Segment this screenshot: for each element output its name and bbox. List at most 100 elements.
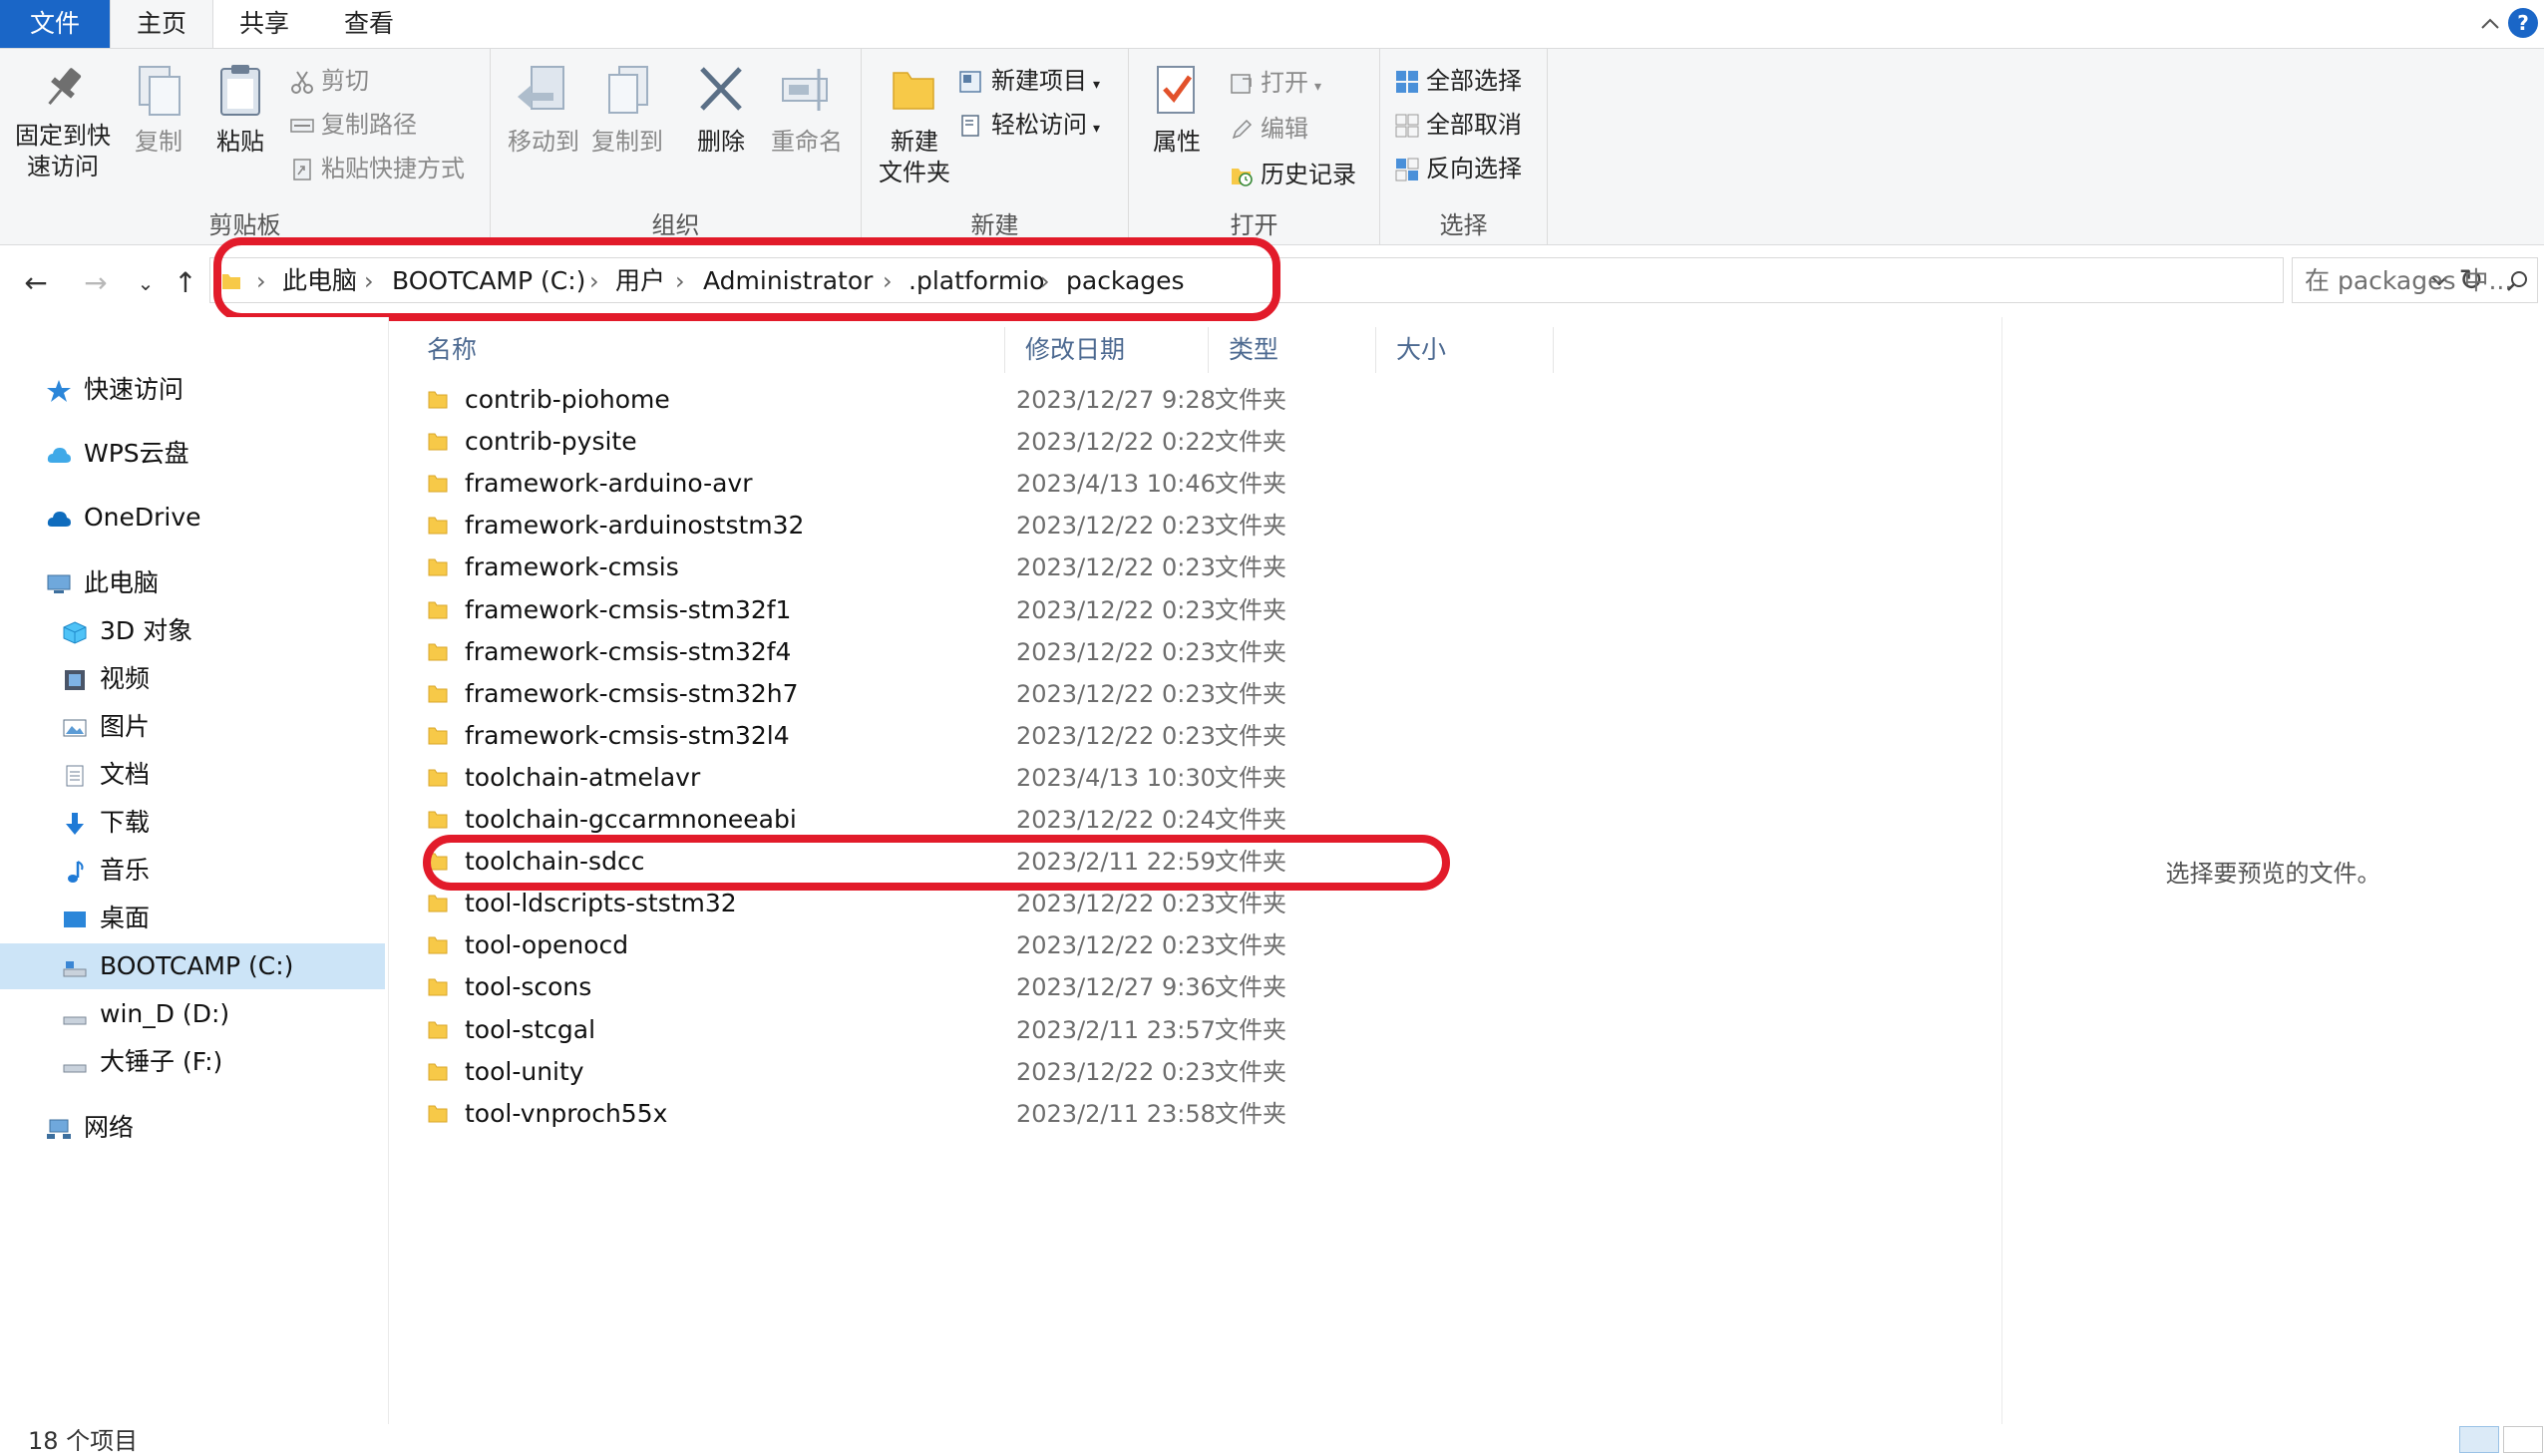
copy-button[interactable]: 复制: [124, 63, 193, 158]
dropdown-caret-icon: ▾: [1093, 121, 1101, 137]
file-name: contrib-piohome: [465, 385, 670, 414]
help-button[interactable]: ?: [2508, 8, 2538, 38]
annotation-highlight-row: [423, 835, 1450, 891]
file-row[interactable]: framework-arduino-avr 2023/4/13 10:46 文件夹: [421, 463, 1817, 505]
delete-x-icon: [700, 67, 742, 111]
tab-file[interactable]: 文件: [0, 0, 110, 48]
paste-button[interactable]: 粘贴: [205, 63, 275, 158]
file-row[interactable]: tool-openocd 2023/12/22 0:23 文件夹: [421, 924, 1817, 966]
file-row[interactable]: framework-arduinoststm32 2023/12/22 0:23 文…: [421, 505, 1817, 546]
invert-selection-button[interactable]: 反向选择: [1394, 149, 1522, 188]
column-header-name[interactable]: 名称: [391, 327, 1005, 373]
file-name: framework-arduino-avr: [465, 469, 753, 499]
file-row[interactable]: tool-stcgal 2023/2/11 23:57 文件夹: [421, 1009, 1817, 1051]
file-row[interactable]: framework-cmsis-stm32f4 2023/12/22 0:23 文件…: [421, 631, 1817, 673]
tab-share[interactable]: 共享: [214, 0, 314, 48]
group-organize: 移动到 复制到 删除 重命名 组织: [491, 49, 862, 244]
file-row[interactable]: tool-scons 2023/12/27 9:36 文件夹: [421, 966, 1817, 1008]
search-icon[interactable]: [2505, 269, 2529, 293]
folder-icon: [428, 685, 448, 703]
file-type: 文件夹: [1215, 386, 1286, 414]
group-select: 全部选择 全部取消 反向选择 选择: [1380, 49, 1548, 244]
forward-arrow-icon[interactable]: →: [78, 265, 114, 301]
history-icon: [1232, 169, 1253, 186]
folder-icon: [428, 1021, 448, 1038]
file-row[interactable]: contrib-piohome 2023/12/27 9:28 文件夹: [421, 379, 1817, 421]
pin-label-line1: 固定到快: [15, 122, 111, 150]
group-label-clipboard: 剪贴板: [208, 211, 281, 239]
nav-drive-c[interactable]: BOOTCAMP (C:): [0, 943, 385, 989]
paste-shortcut-button[interactable]: 粘贴快捷方式: [289, 149, 465, 188]
select-all-button[interactable]: 全部选择: [1394, 61, 1522, 101]
nav-desktop[interactable]: 桌面: [0, 896, 385, 941]
clipboard-icon: [220, 65, 260, 116]
drive-icon: [63, 961, 87, 977]
file-row[interactable]: tool-unity 2023/12/22 0:23 文件夹: [421, 1051, 1817, 1093]
large-icons-view-icon[interactable]: [2503, 1426, 2543, 1453]
new-item-button[interactable]: 新建项目 ▾: [957, 61, 1100, 101]
properties-button[interactable]: 属性: [1137, 63, 1217, 158]
delete-button[interactable]: 删除: [686, 63, 756, 158]
pin-quick-access-button[interactable]: 固定到快 速访问: [8, 63, 118, 182]
tab-view[interactable]: 查看: [317, 0, 421, 48]
folder-icon: [428, 391, 448, 409]
search-input[interactable]: 在 packages 中...: [2292, 257, 2538, 303]
nav-wps-cloud[interactable]: WPS云盘: [0, 431, 385, 477]
file-row[interactable]: framework-cmsis 2023/12/22 0:23 文件夹: [421, 546, 1817, 588]
nav-documents[interactable]: 文档: [0, 752, 385, 798]
file-row[interactable]: contrib-pysite 2023/12/22 0:22 文件夹: [421, 421, 1817, 463]
file-type: 文件夹: [1215, 1099, 1286, 1128]
nav-pictures[interactable]: 图片: [0, 704, 385, 750]
details-view-icon[interactable]: [2459, 1426, 2499, 1453]
file-date: 2023/12/27 9:28: [1016, 386, 1216, 414]
rename-button[interactable]: 重命名: [762, 63, 852, 158]
move-to-button[interactable]: 移动到: [499, 63, 588, 158]
item-count: 18 个项目: [28, 1427, 139, 1455]
folder-icon: [428, 769, 448, 787]
history-button[interactable]: 历史记录: [1229, 155, 1356, 194]
select-none-icon: [1395, 114, 1419, 138]
cut-button[interactable]: 剪切: [289, 61, 369, 101]
nav-drive-d[interactable]: win_D (D:): [0, 991, 385, 1037]
chevron-up-icon[interactable]: [2476, 10, 2504, 38]
music-note-icon: [68, 861, 84, 883]
network-icon: [47, 1119, 71, 1139]
nav-quick-access[interactable]: 快速访问: [0, 367, 385, 413]
nav-network[interactable]: 网络: [0, 1105, 385, 1151]
file-row[interactable]: framework-cmsis-stm32l4 2023/12/22 0:23 文件…: [421, 715, 1817, 757]
picture-icon: [63, 719, 87, 737]
tab-home[interactable]: 主页: [110, 0, 213, 48]
folder-icon: [428, 978, 448, 996]
easy-access-button[interactable]: 轻松访问 ▾: [957, 105, 1100, 145]
new-folder-label-line2: 文件夹: [879, 159, 950, 186]
easy-access-icon: [961, 115, 979, 137]
folder-icon: [428, 811, 448, 829]
nav-3d-objects[interactable]: 3D 对象: [0, 608, 385, 654]
copy-path-button[interactable]: 复制路径: [289, 105, 417, 145]
column-header-type[interactable]: 类型: [1217, 327, 1376, 373]
column-header-size[interactable]: 大小: [1384, 327, 1554, 373]
nav-label: 下载: [100, 808, 151, 837]
nav-music[interactable]: 音乐: [0, 848, 385, 894]
nav-this-pc[interactable]: 此电脑: [0, 560, 385, 606]
file-row[interactable]: tool-vnproch55x 2023/2/11 23:58 文件夹: [421, 1093, 1817, 1135]
back-arrow-icon[interactable]: ←: [18, 265, 54, 301]
up-arrow-icon[interactable]: ↑: [168, 265, 203, 301]
select-none-button[interactable]: 全部取消: [1394, 105, 1522, 145]
column-header-date[interactable]: 修改日期: [1013, 327, 1209, 373]
new-folder-button[interactable]: 新建 文件夹: [870, 63, 959, 188]
file-row[interactable]: toolchain-atmelavr 2023/4/13 10:30 文件夹: [421, 757, 1817, 799]
recent-locations-chevron-icon[interactable]: ⌄: [128, 265, 164, 301]
copy-path-icon: [290, 119, 314, 133]
file-row[interactable]: framework-cmsis-stm32f1 2023/12/22 0:23 文件…: [421, 589, 1817, 631]
copy-to-button[interactable]: 复制到: [582, 63, 672, 158]
open-button[interactable]: 打开 ▾: [1229, 63, 1321, 103]
nav-onedrive[interactable]: OneDrive: [0, 495, 385, 541]
folder-icon: [428, 1105, 448, 1123]
nav-videos[interactable]: 视频: [0, 656, 385, 702]
nav-drive-f[interactable]: 大锤子 (F:): [0, 1039, 385, 1085]
easy-access-label: 轻松访问: [991, 111, 1087, 139]
edit-button[interactable]: 编辑: [1229, 109, 1308, 149]
nav-downloads[interactable]: 下载: [0, 800, 385, 846]
file-row[interactable]: framework-cmsis-stm32h7 2023/12/22 0:23 文件…: [421, 673, 1817, 715]
